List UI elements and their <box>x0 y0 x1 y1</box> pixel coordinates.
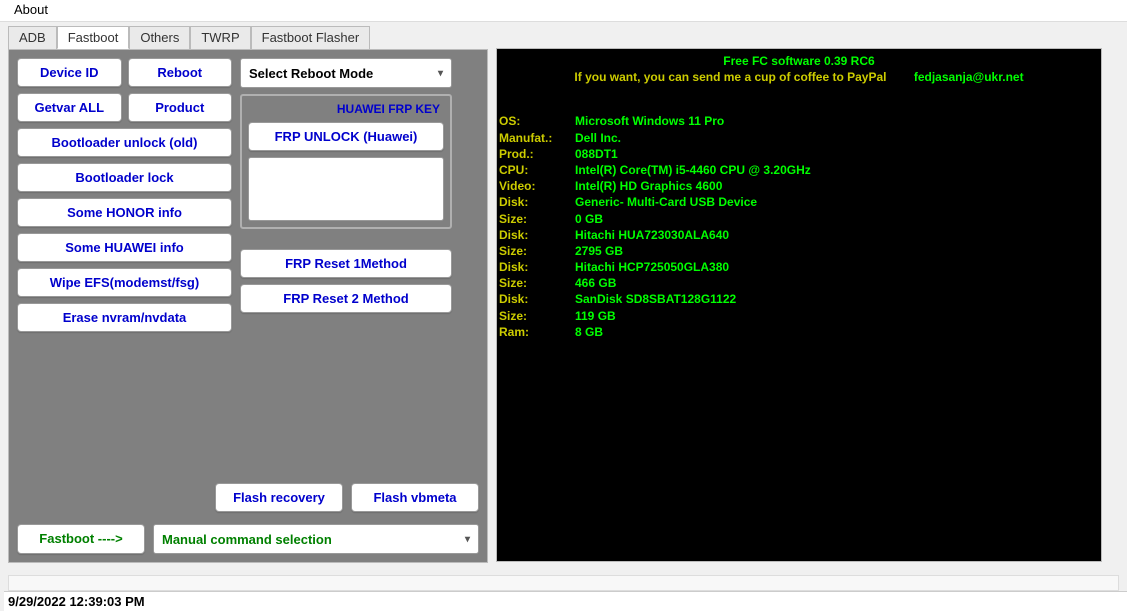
console-donate-line: If you want, you can send me a cup of co… <box>499 69 1099 85</box>
erase-nvram-button[interactable]: Erase nvram/nvdata <box>17 303 232 332</box>
console-row-label: Size: <box>499 275 575 291</box>
tabstrip: ADB Fastboot Others TWRP Fastboot Flashe… <box>8 26 488 49</box>
fastboot-left-column: Device ID Reboot Getvar ALL Product Boot… <box>17 58 232 332</box>
console-row-label: Ram: <box>499 324 575 340</box>
console-row: Size:466 GB <box>499 275 1099 291</box>
flash-vbmeta-button[interactable]: Flash vbmeta <box>351 483 479 512</box>
frp-unlock-huawei-button[interactable]: FRP UNLOCK (Huawei) <box>248 122 444 151</box>
console-row: OS:Microsoft Windows 11 Pro <box>499 113 1099 129</box>
console-info-rows: OS:Microsoft Windows 11 ProManufat.:Dell… <box>499 113 1099 340</box>
menu-bar: About <box>0 0 1127 22</box>
console-row-value: 2795 GB <box>575 243 623 259</box>
device-id-button[interactable]: Device ID <box>17 58 122 87</box>
frp-key-input[interactable] <box>248 157 444 221</box>
some-honor-info-button[interactable]: Some HONOR info <box>17 198 232 227</box>
console-row: Disk:Hitachi HUA723030ALA640 <box>499 227 1099 243</box>
frp-reset-2-button[interactable]: FRP Reset 2 Method <box>240 284 452 313</box>
console-row-value: Hitachi HCP725050GLA380 <box>575 259 729 275</box>
chevron-down-icon: ▾ <box>438 68 443 79</box>
console-row: Prod.:088DT1 <box>499 146 1099 162</box>
console-output: Free FC software 0.39 RC6 If you want, y… <box>496 48 1102 562</box>
fastboot-right-column: Select Reboot Mode ▾ HUAWEI FRP KEY FRP … <box>240 58 452 332</box>
wipe-efs-button[interactable]: Wipe EFS(modemst/fsg) <box>17 268 232 297</box>
select-reboot-mode[interactable]: Select Reboot Mode ▾ <box>240 58 452 88</box>
console-row-value: 119 GB <box>575 308 616 324</box>
getvar-all-button[interactable]: Getvar ALL <box>17 93 122 122</box>
chevron-down-icon: ▾ <box>465 534 470 545</box>
console-row-label: Manufat.: <box>499 130 575 146</box>
console-row: Disk:SanDisk SD8SBAT128G1122 <box>499 291 1099 307</box>
console-row: Size:0 GB <box>499 211 1099 227</box>
console-row-value: 088DT1 <box>575 146 618 162</box>
console-donate-email: fedjasanja@ukr.net <box>914 70 1024 84</box>
console-row-label: Size: <box>499 308 575 324</box>
console-row: Ram:8 GB <box>499 324 1099 340</box>
console-row-value: Intel(R) Core(TM) i5-4460 CPU @ 3.20GHz <box>575 162 811 178</box>
frp-group-title: HUAWEI FRP KEY <box>248 102 444 116</box>
console-row-label: Size: <box>499 243 575 259</box>
console-row-label: Disk: <box>499 291 575 307</box>
console-row-value: Intel(R) HD Graphics 4600 <box>575 178 722 194</box>
console-row: Manufat.:Dell Inc. <box>499 130 1099 146</box>
console-row-label: Disk: <box>499 194 575 210</box>
console-row-label: CPU: <box>499 162 575 178</box>
console-row-value: 0 GB <box>575 211 603 227</box>
menu-about[interactable]: About <box>8 0 54 19</box>
frp-reset-1-button[interactable]: FRP Reset 1Method <box>240 249 452 278</box>
bootloader-lock-button[interactable]: Bootloader lock <box>17 163 232 192</box>
some-huawei-info-button[interactable]: Some HUAWEI info <box>17 233 232 262</box>
reboot-button[interactable]: Reboot <box>128 58 233 87</box>
console-row-label: Disk: <box>499 259 575 275</box>
tab-adb[interactable]: ADB <box>8 26 57 49</box>
select-reboot-mode-label: Select Reboot Mode <box>249 66 373 81</box>
console-row: CPU:Intel(R) Core(TM) i5-4460 CPU @ 3.20… <box>499 162 1099 178</box>
console-row-label: Disk: <box>499 227 575 243</box>
product-button[interactable]: Product <box>128 93 233 122</box>
manual-command-label: Manual command selection <box>162 532 332 547</box>
console-row-value: Generic- Multi-Card USB Device <box>575 194 757 210</box>
console-row-label: OS: <box>499 113 575 129</box>
console-row-value: Microsoft Windows 11 Pro <box>575 113 724 129</box>
console-title: Free FC software 0.39 RC6 <box>499 53 1099 69</box>
console-row-value: Dell Inc. <box>575 130 621 146</box>
console-row-label: Video: <box>499 178 575 194</box>
console-row: Video:Intel(R) HD Graphics 4600 <box>499 178 1099 194</box>
tab-fastboot[interactable]: Fastboot <box>57 26 130 49</box>
console-row-value: SanDisk SD8SBAT128G1122 <box>575 291 736 307</box>
console-row: Disk:Hitachi HCP725050GLA380 <box>499 259 1099 275</box>
tabs-region: ADB Fastboot Others TWRP Fastboot Flashe… <box>8 26 488 563</box>
console-row-value: 8 GB <box>575 324 603 340</box>
manual-command-select[interactable]: Manual command selection ▾ <box>153 524 479 554</box>
flash-row: Flash recovery Flash vbmeta <box>215 483 479 512</box>
tab-fastboot-flasher[interactable]: Fastboot Flasher <box>251 26 371 49</box>
datetime-label: 9/29/2022 12:39:03 PM <box>4 591 1127 611</box>
tab-others[interactable]: Others <box>129 26 190 49</box>
status-bar <box>8 575 1119 591</box>
console-row: Size:2795 GB <box>499 243 1099 259</box>
console-row-value: Hitachi HUA723030ALA640 <box>575 227 729 243</box>
console-row: Size:119 GB <box>499 308 1099 324</box>
fastboot-exec-button[interactable]: Fastboot ----> <box>17 524 145 554</box>
fastboot-panel: Device ID Reboot Getvar ALL Product Boot… <box>8 49 488 563</box>
flash-recovery-button[interactable]: Flash recovery <box>215 483 343 512</box>
footer-row: Fastboot ----> Manual command selection … <box>17 524 479 554</box>
console-row-label: Size: <box>499 211 575 227</box>
content-area: ADB Fastboot Others TWRP Fastboot Flashe… <box>0 22 1127 563</box>
console-donate-text: If you want, you can send me a cup of co… <box>574 70 886 84</box>
console-row-label: Prod.: <box>499 146 575 162</box>
bootloader-unlock-old-button[interactable]: Bootloader unlock (old) <box>17 128 232 157</box>
huawei-frp-group: HUAWEI FRP KEY FRP UNLOCK (Huawei) <box>240 94 452 229</box>
tab-twrp[interactable]: TWRP <box>190 26 250 49</box>
console-row: Disk:Generic- Multi-Card USB Device <box>499 194 1099 210</box>
console-row-value: 466 GB <box>575 275 616 291</box>
